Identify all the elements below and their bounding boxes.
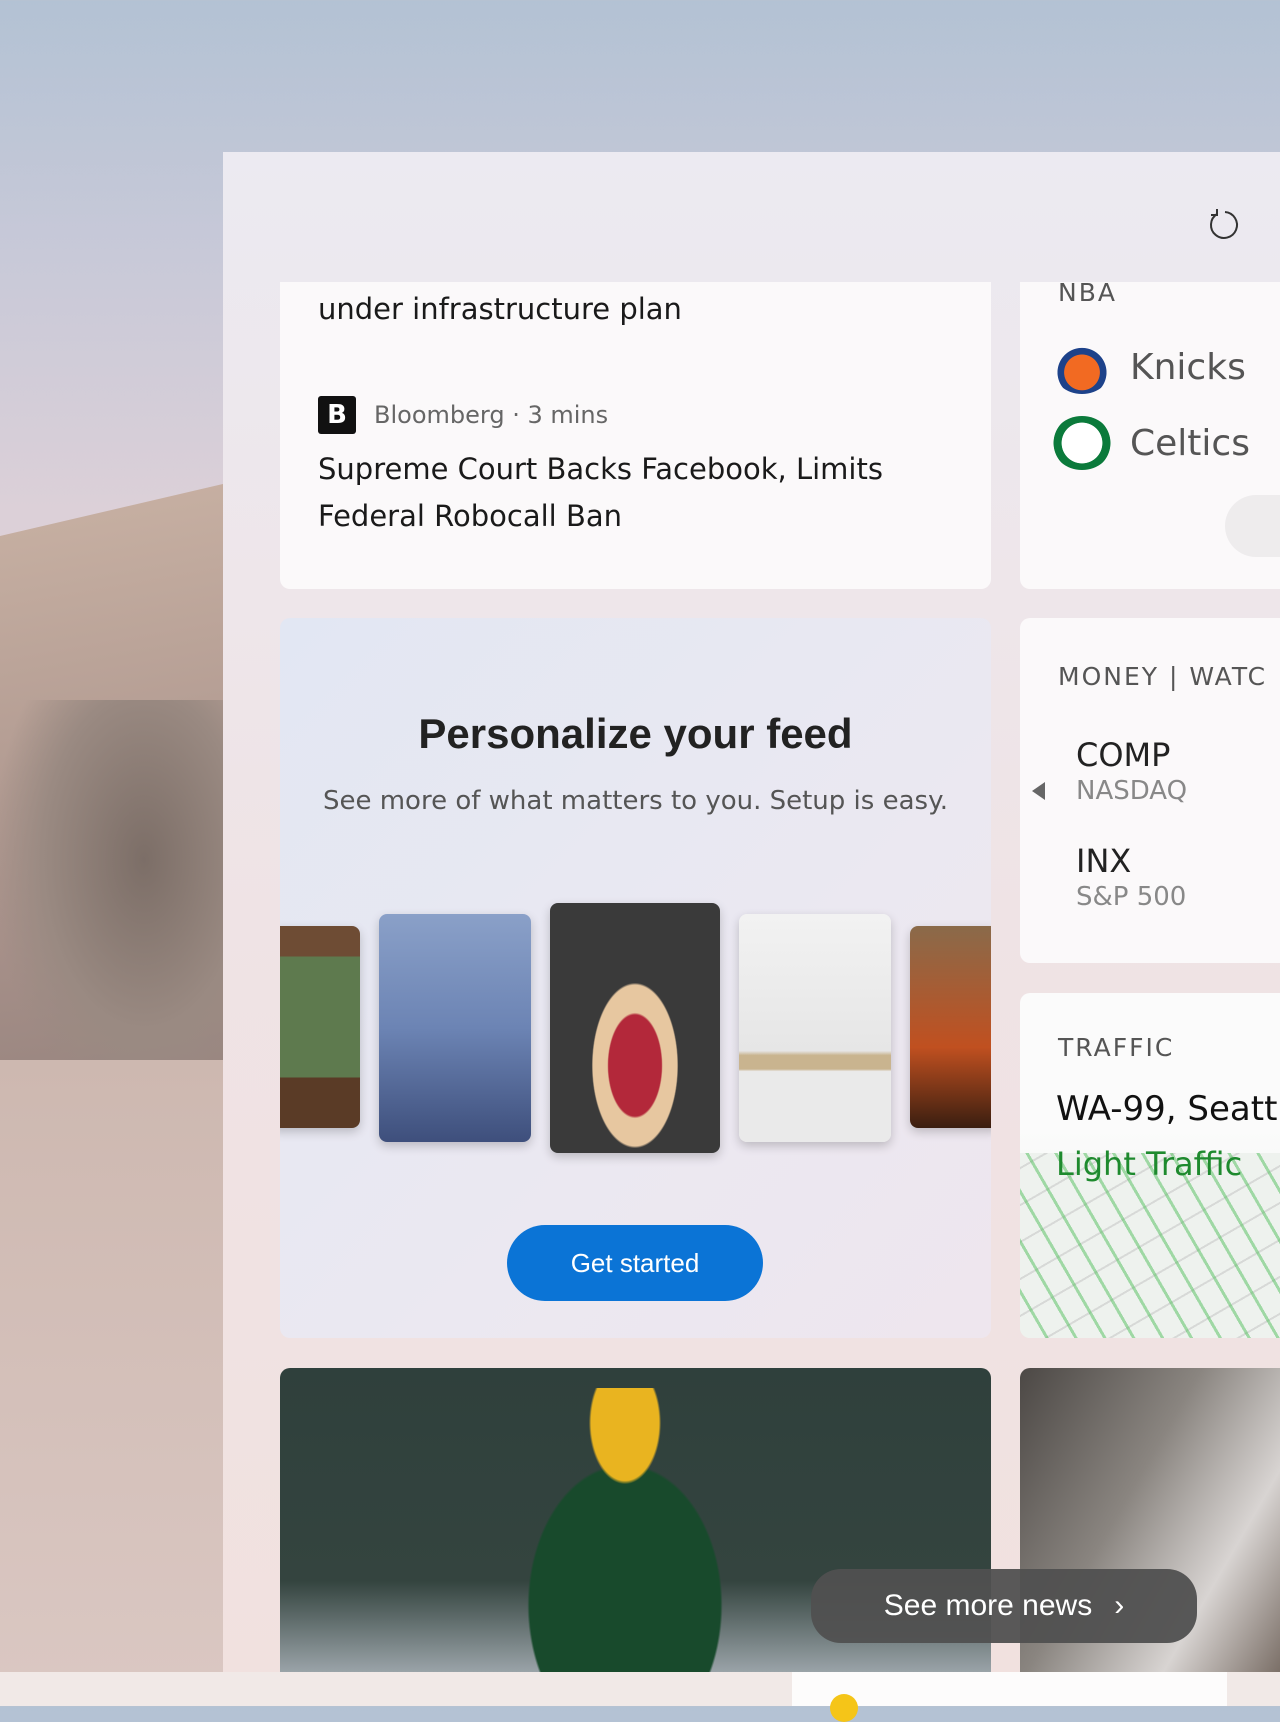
refresh-icon[interactable]: [1205, 206, 1241, 242]
wallpaper-rock: [0, 700, 240, 1100]
team-name: Knicks: [1130, 346, 1246, 388]
news-headline[interactable]: Supreme Court Backs Facebook, Limits Fed…: [318, 446, 938, 540]
news-source: B Bloomberg · 3 mins: [318, 396, 608, 434]
celtics-logo-icon: [1052, 416, 1112, 470]
traffic-card[interactable]: TRAFFIC WA-99, Seattl Light Traffic: [1020, 993, 1280, 1338]
stock-symbol: COMP: [1076, 736, 1171, 774]
food-image: [550, 903, 720, 1153]
stock-symbol: INX: [1076, 842, 1132, 880]
source-name: Bloomberg · 3 mins: [374, 401, 609, 429]
interior-image: [739, 914, 891, 1142]
stock-name: S&P 500: [1076, 882, 1187, 912]
finance-image: [379, 914, 531, 1142]
chevron-right-icon: ›: [1114, 1589, 1125, 1622]
get-started-button[interactable]: Get started: [507, 1225, 763, 1301]
team-row[interactable]: Knicks: [1052, 340, 1246, 394]
traffic-road: WA-99, Seattl: [1056, 1089, 1280, 1129]
sports-more-button[interactable]: [1225, 495, 1280, 557]
sports-card[interactable]: NBA Knicks Celtics: [1020, 282, 1280, 589]
car-image: [910, 926, 991, 1128]
sun-icon: [830, 1694, 858, 1722]
money-label: MONEY | WATC: [1058, 662, 1268, 691]
sports-label: NBA: [1058, 282, 1117, 307]
garden-image: [280, 926, 360, 1128]
personalize-title: Personalize your feed: [418, 710, 853, 757]
traffic-status: Light Traffic: [1056, 1145, 1243, 1183]
traffic-label: TRAFFIC: [1058, 1033, 1175, 1062]
wallpaper-sand: [0, 1060, 240, 1680]
money-card[interactable]: MONEY | WATC COMP NASDAQ INX S&P 500: [1020, 618, 1280, 963]
football-player-image: [475, 1388, 775, 1672]
team-name: Celtics: [1130, 422, 1250, 464]
previous-arrow-icon[interactable]: [1032, 782, 1045, 800]
see-more-label: See more news: [883, 1589, 1093, 1622]
personalize-subtitle: See more of what matters to you. Setup i…: [322, 786, 949, 816]
personalize-card: Personalize your feed See more of what m…: [280, 618, 991, 1338]
news-card[interactable]: under infrastructure plan B Bloomberg · …: [280, 282, 991, 589]
stock-name: NASDAQ: [1076, 776, 1188, 806]
see-more-news-button[interactable]: See more news ›: [811, 1569, 1197, 1643]
news-headline-partial[interactable]: under infrastructure plan: [318, 292, 682, 326]
bloomberg-logo: B: [318, 396, 356, 434]
weather-taskbar-button[interactable]: [792, 1672, 1227, 1706]
team-row[interactable]: Celtics: [1052, 416, 1250, 470]
knicks-logo-icon: [1052, 340, 1112, 394]
